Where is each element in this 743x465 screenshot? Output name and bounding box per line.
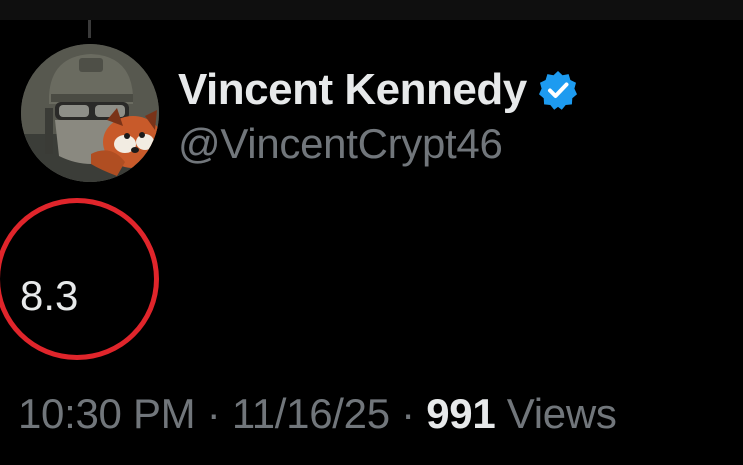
user-handle[interactable]: @VincentCrypt46 — [178, 120, 579, 168]
verified-badge-icon[interactable] — [537, 69, 579, 111]
tweet-time[interactable]: 10:30 PM — [18, 390, 196, 437]
meta-separator: · — [401, 390, 415, 437]
red-annotation-circle — [0, 198, 159, 360]
views-label: Views — [506, 390, 617, 437]
top-bar — [0, 0, 743, 20]
views-count[interactable]: 991 — [426, 390, 495, 437]
tweet-metadata: 10:30 PM · 11/16/25 · 991 Views — [18, 390, 617, 438]
display-name[interactable]: Vincent Kennedy — [178, 65, 527, 115]
meta-separator: · — [206, 390, 221, 437]
name-row: Vincent Kennedy — [178, 62, 579, 118]
avatar[interactable] — [21, 44, 159, 182]
tweet-date[interactable]: 11/16/25 — [232, 390, 390, 437]
avatar-image — [21, 44, 159, 182]
author-block[interactable]: Vincent Kennedy @VincentCrypt46 — [178, 62, 579, 168]
thread-line — [88, 20, 91, 38]
